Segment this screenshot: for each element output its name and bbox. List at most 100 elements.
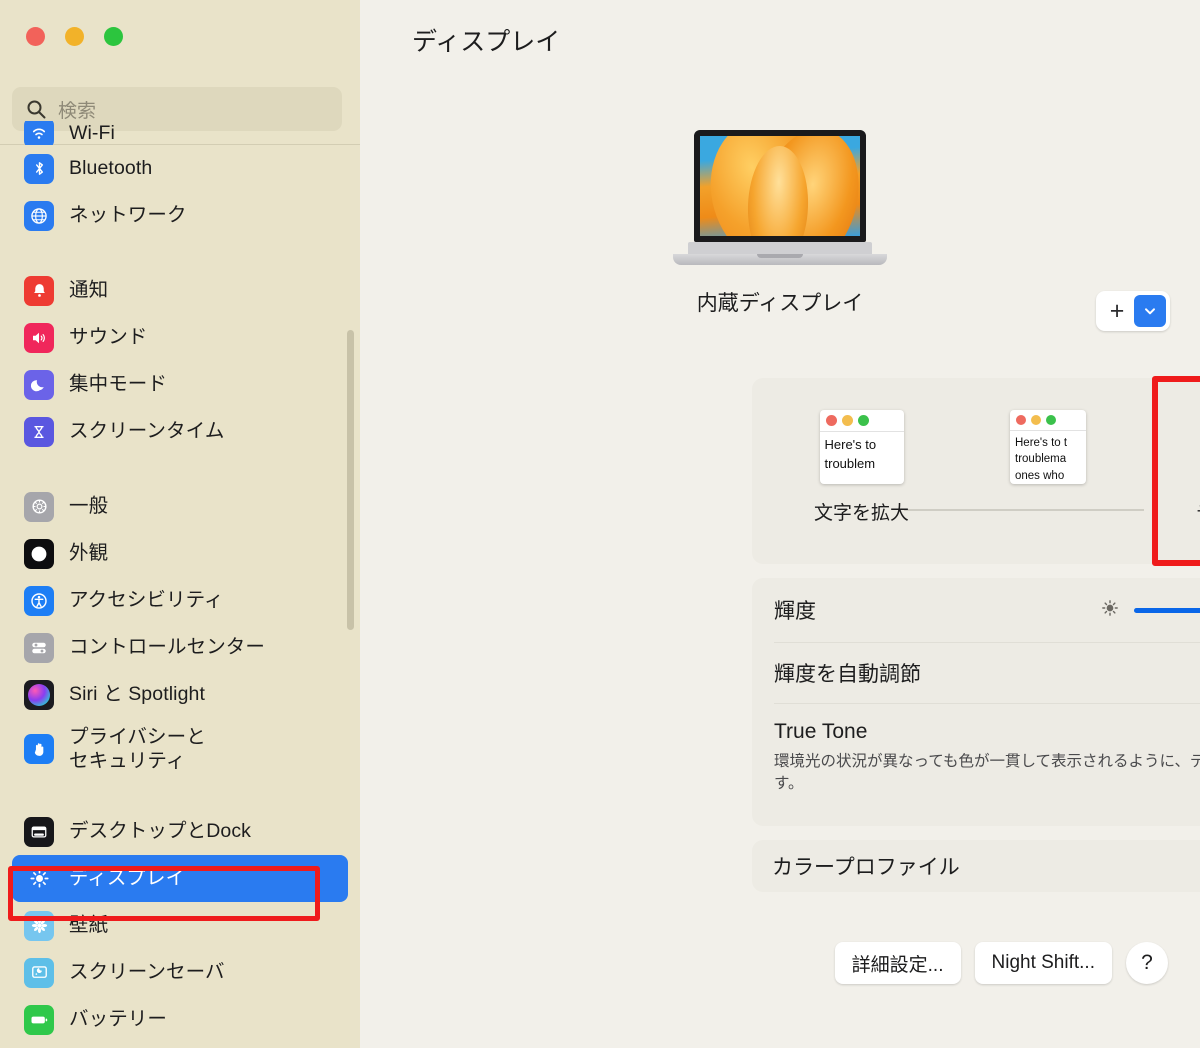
sidebar-item-label: サウンド: [69, 326, 148, 349]
battery-icon: [24, 1004, 54, 1035]
brightness-low-icon: [1100, 598, 1120, 623]
brightness-fill: [1134, 607, 1200, 613]
scaling-option-larger-text[interactable]: Here's to troublem 文字を拡大: [814, 410, 909, 525]
sidebar-item-accessibility[interactable]: アクセシビリティ: [12, 577, 348, 624]
add-display-button[interactable]: +: [1100, 295, 1134, 327]
thumbnail-titlebar: [1010, 410, 1086, 430]
color-profile-label: カラープロファイル: [772, 856, 960, 879]
sidebar-item-label: デスクトップとDock: [69, 820, 252, 843]
sidebar-item-label: スクリーンセーバ: [69, 961, 225, 984]
auto-brightness-row: 輝度を自動調節: [752, 643, 1200, 703]
main-content: ディスプレイ 内蔵ディスプレイ + Here's to troublem 文字を…: [360, 0, 1200, 1048]
sidebar-item-notifications[interactable]: 通知: [12, 267, 348, 314]
scaling-options-row: Here's to troublem 文字を拡大 Here's to t tro…: [752, 378, 1200, 564]
thumbnail-titlebar: [820, 410, 904, 431]
sound-speaker-icon: [24, 322, 54, 353]
page-title: ディスプレイ: [412, 28, 561, 56]
privacy-hand-icon: [24, 734, 54, 764]
zoom-button[interactable]: [104, 27, 123, 46]
search-icon: [26, 99, 46, 119]
sidebar-item-screen-time[interactable]: スクリーンタイム: [12, 408, 348, 455]
sidebar-item-appearance[interactable]: 外観: [12, 530, 348, 577]
screen-saver-icon: [24, 957, 54, 988]
sidebar-item-bluetooth[interactable]: Bluetooth: [12, 145, 348, 192]
bottom-button-row: 詳細設定... Night Shift... ?: [834, 942, 1168, 984]
sidebar-item-siri-spotlight[interactable]: Siri と Spotlight: [12, 671, 348, 718]
appearance-icon: [24, 538, 54, 569]
true-tone-label: True Tone: [774, 720, 868, 743]
true-tone-description: 環境光の状況が異なっても色が一貫して表示されるように、ディスプレイを自動的に調整…: [774, 753, 1200, 793]
sidebar-scrollbar[interactable]: [347, 330, 354, 630]
preview-zoom-dot: [857, 415, 869, 426]
screen-time-hourglass-icon: [24, 416, 54, 447]
brightness-label: 輝度: [774, 600, 816, 623]
macbook-keyboard: [688, 242, 872, 254]
advanced-button[interactable]: 詳細設定...: [834, 942, 961, 984]
sidebar-item-control-center[interactable]: コントロールセンター: [12, 624, 348, 671]
traffic-lights: [26, 27, 123, 46]
sidebar-item-label: 壁紙: [69, 914, 109, 937]
scaling-slider-track[interactable]: [904, 509, 1144, 511]
sidebar-item-screen-saver[interactable]: スクリーンセーバ: [12, 949, 348, 996]
sidebar-item-desktop-dock[interactable]: デスクトップとDock: [12, 808, 348, 855]
auto-brightness-label: 輝度を自動調節: [774, 663, 921, 686]
sidebar-item-label: プライバシーと セキュリティ: [69, 725, 206, 772]
macbook-illustration[interactable]: [673, 130, 887, 265]
bluetooth-icon: [24, 153, 54, 184]
wallpaper-icon: [24, 910, 54, 941]
color-profile-row[interactable]: カラープロファイル カラーLCD: [752, 840, 1200, 892]
siri-icon: [24, 679, 54, 710]
scaling-options-card: Here's to troublem 文字を拡大 Here's to t tro…: [752, 378, 1200, 564]
sidebar-item-battery[interactable]: バッテリー: [12, 996, 348, 1043]
accessibility-icon: [24, 585, 54, 616]
sidebar-scroll-area[interactable]: Wi-Fi Bluetooth ネットワーク 通知 サウンド 集中モード スクリ…: [0, 121, 360, 1048]
general-gear-icon: [24, 491, 54, 522]
system-settings-window: 検索 Wi-Fi Bluetooth ネットワーク 通知 サウンド 集中モード …: [0, 0, 1200, 1048]
scaling-option-label: 文字を拡大: [814, 503, 910, 524]
sidebar-item-wifi[interactable]: Wi-Fi: [12, 121, 348, 145]
chevron-down-icon[interactable]: [1134, 295, 1166, 327]
sidebar-item-label: コントロールセンター: [69, 636, 266, 659]
displays-brightness-icon: [24, 863, 54, 894]
preview-minimize-dot: [1031, 415, 1041, 425]
thumbnail-text: Here's to troublem: [824, 437, 877, 471]
sidebar-item-label: 集中モード: [69, 373, 168, 396]
sidebar-list: Wi-Fi Bluetooth ネットワーク 通知 サウンド 集中モード スクリ…: [0, 121, 360, 1043]
scaling-option-step2[interactable]: Here's to t troublema ones who: [1010, 410, 1086, 498]
sidebar-item-focus[interactable]: 集中モード: [12, 361, 348, 408]
sidebar-item-general[interactable]: 一般: [12, 483, 348, 530]
help-button[interactable]: ?: [1126, 942, 1168, 984]
sidebar-item-label: Siri と Spotlight: [69, 683, 205, 706]
brightness-track[interactable]: [1134, 607, 1200, 613]
focus-moon-icon: [24, 369, 54, 400]
sidebar-item-label: バッテリー: [69, 1008, 168, 1031]
minimize-button[interactable]: [65, 27, 84, 46]
wifi-icon: [24, 121, 54, 145]
sidebar-item-label: 通知: [69, 279, 109, 302]
true-tone-text: True Tone 環境光の状況が異なっても色が一貫して表示されるように、ディス…: [774, 720, 1200, 796]
sidebar-item-label: ネットワーク: [69, 204, 187, 227]
sidebar-item-privacy-security[interactable]: プライバシーと セキュリティ: [12, 718, 348, 780]
sidebar-item-sound[interactable]: サウンド: [12, 314, 348, 361]
sidebar-item-label: Wi-Fi: [69, 121, 115, 144]
close-button[interactable]: [26, 27, 45, 46]
scaling-preview-thumbnail: Here's to t troublema ones who: [1010, 410, 1086, 484]
search-placeholder: 検索: [58, 100, 97, 122]
preview-close-dot: [825, 415, 837, 426]
sidebar-item-displays[interactable]: ディスプレイ: [12, 855, 348, 902]
display-settings-card: 輝度 輝度を自動調節 True Tone 環境光の状況が異なっても色が一貫して表…: [752, 578, 1200, 826]
thumbnail-text: Here's to t troublema ones who: [1015, 437, 1068, 482]
sidebar-item-label: スクリーンタイム: [69, 420, 225, 443]
sidebar-item-label: Bluetooth: [69, 157, 153, 180]
add-display-control: +: [1096, 291, 1170, 331]
sidebar-item-wallpaper[interactable]: 壁紙: [12, 902, 348, 949]
scaling-option-default[interactable]: Here's to the cr troublemakers. ones who…: [1196, 410, 1200, 525]
night-shift-button[interactable]: Night Shift...: [974, 942, 1112, 984]
sidebar-item-network[interactable]: ネットワーク: [12, 192, 348, 239]
sidebar-item-label: 一般: [69, 495, 109, 518]
brightness-slider[interactable]: [1100, 596, 1200, 625]
color-profile-card: カラープロファイル カラーLCD: [752, 840, 1200, 892]
network-globe-icon: [24, 200, 54, 231]
preview-minimize-dot: [841, 415, 853, 426]
